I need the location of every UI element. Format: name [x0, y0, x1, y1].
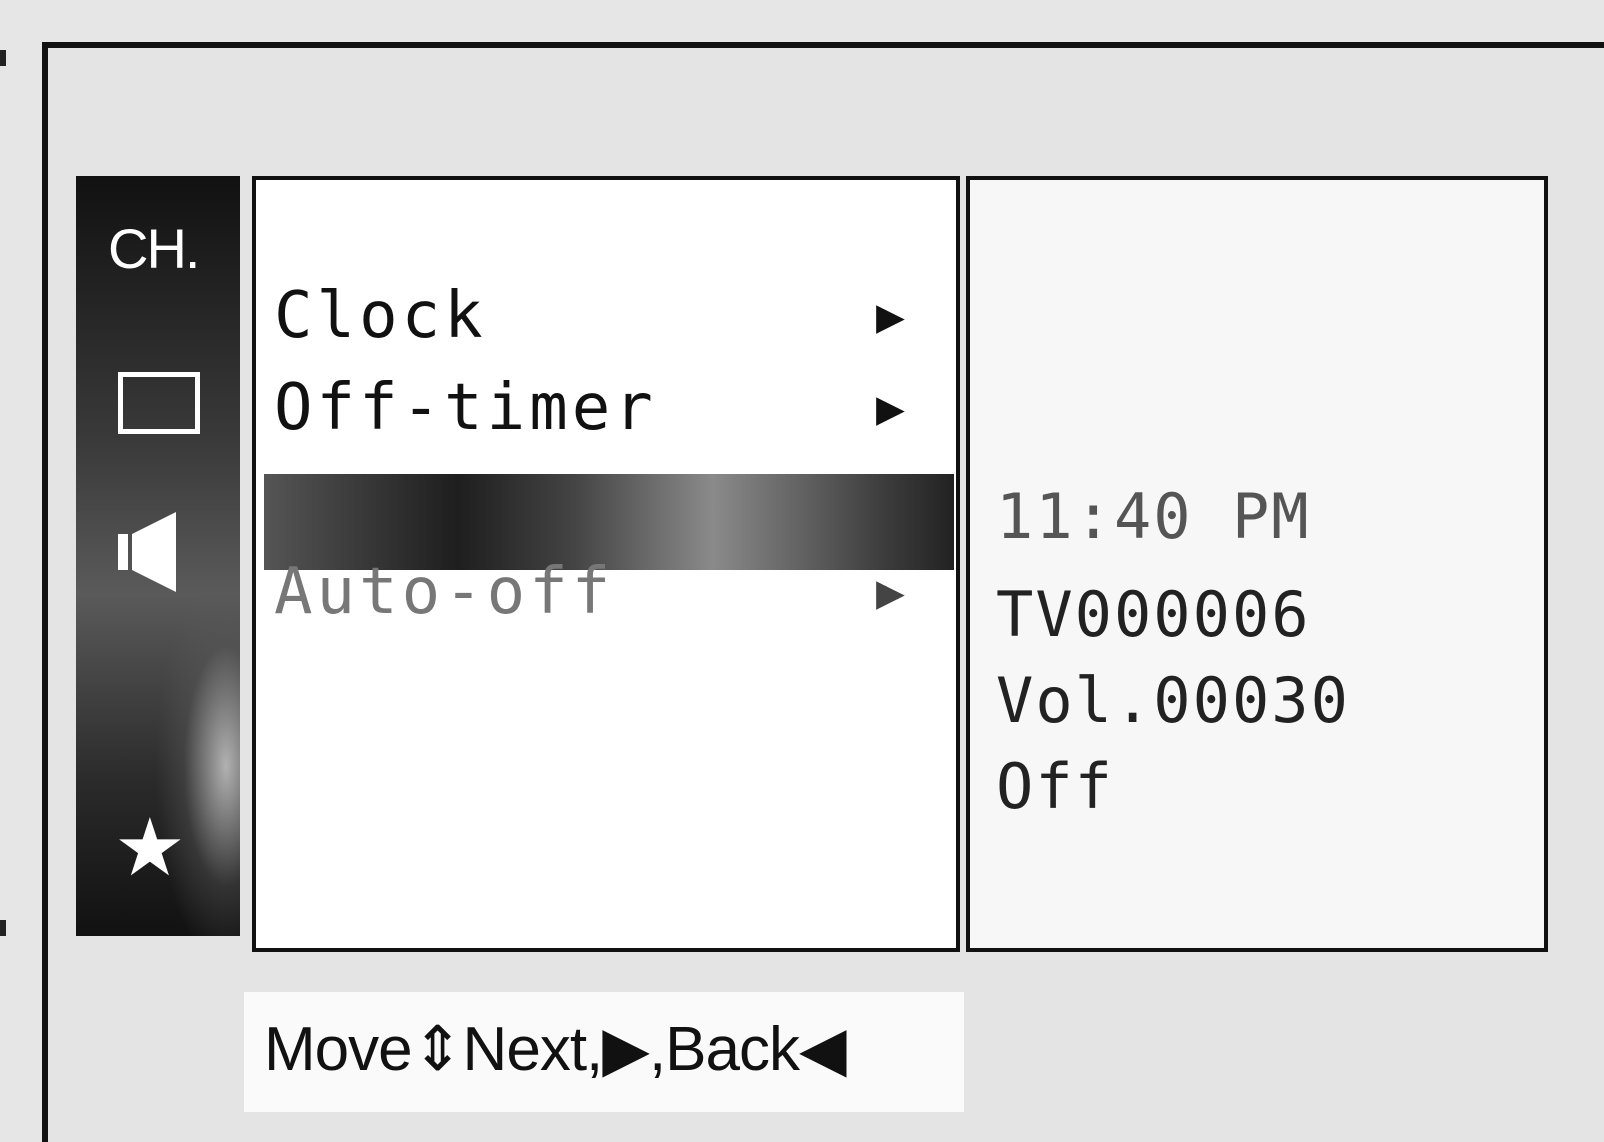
edge-mark	[0, 920, 6, 936]
channel-menu-tab[interactable]: CH.	[108, 216, 200, 281]
screen-icon[interactable]	[118, 372, 200, 434]
chevron-right-icon: ▶	[876, 288, 905, 344]
info-status: Off	[996, 750, 1114, 823]
navigation-hint: Move⇕Next,▶,Back◀	[244, 992, 964, 1112]
chevron-right-icon: ▶	[876, 380, 905, 436]
menu-item-clock[interactable]: Clock	[274, 280, 894, 352]
sidebar: CH. ★	[76, 176, 240, 936]
speaker-icon[interactable]	[118, 512, 188, 596]
clock-time: 11:40 PM	[996, 480, 1311, 553]
menu-panel: Clock ▶ Off-timer ▶ Auto-off ▶	[252, 176, 960, 952]
chevron-right-icon: ▶	[876, 564, 905, 620]
info-channel: TV000006	[996, 578, 1311, 651]
edge-mark	[0, 50, 6, 66]
star-icon[interactable]: ★	[114, 808, 186, 888]
menu-item-label: Off-timer	[274, 371, 657, 445]
info-panel: 11:40 PM TV000006 Vol.00030 Off	[966, 176, 1548, 952]
info-volume: Vol.00030	[996, 664, 1350, 737]
menu-item-off-timer[interactable]: Off-timer	[274, 372, 894, 444]
menu-item-auto-off[interactable]: Auto-off	[274, 556, 894, 628]
menu-item-label: Auto-off	[274, 555, 615, 629]
menu-item-label: Clock	[274, 279, 487, 353]
navigation-hint-text: Move⇕Next,▶,Back◀	[264, 1015, 847, 1084]
